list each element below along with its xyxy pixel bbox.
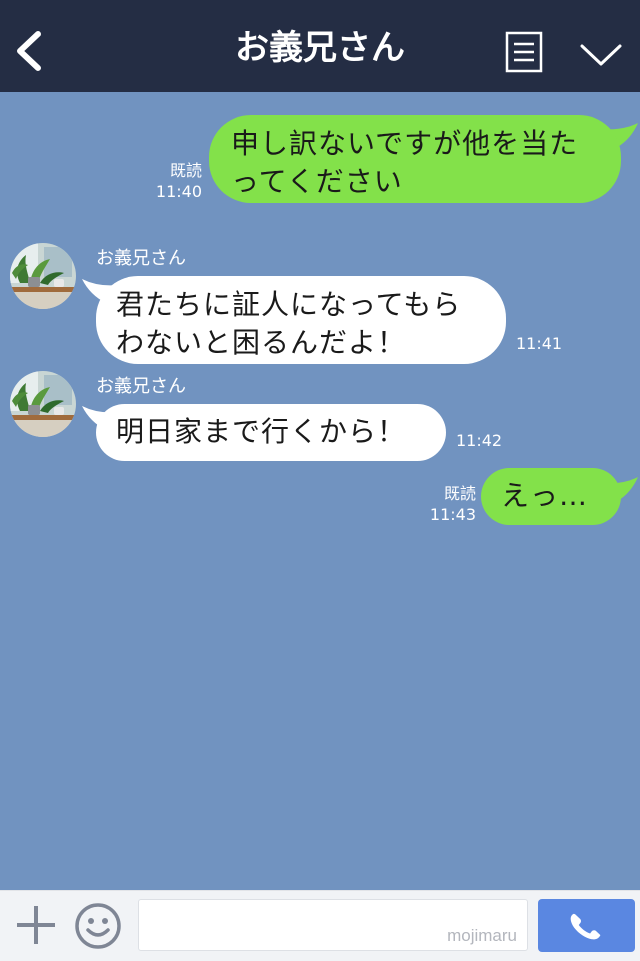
- read-receipt: 既読: [443, 484, 476, 503]
- read-receipt: 既読: [169, 161, 202, 180]
- input-bar: mojimaru: [0, 890, 640, 961]
- message-time: 11:43: [429, 505, 476, 524]
- message-meta: 既読 11:40: [140, 160, 202, 202]
- watermark: mojimaru: [447, 926, 517, 945]
- my-message-bubble[interactable]: 申し訳ないですが他を当た ってください: [209, 115, 621, 203]
- add-button[interactable]: [14, 903, 58, 947]
- their-message-bubble[interactable]: 明日家まで行くから！: [96, 404, 446, 461]
- message-time: 11:40: [155, 182, 202, 201]
- avatar[interactable]: [10, 243, 76, 309]
- collapse-button[interactable]: [578, 38, 624, 70]
- chevron-down-icon: [580, 44, 622, 66]
- smiley-icon: [75, 903, 121, 949]
- plant-avatar-icon: [10, 371, 76, 437]
- sender-name: お義兄さん: [96, 248, 186, 269]
- my-message-bubble[interactable]: えっ…: [481, 468, 621, 525]
- avatar[interactable]: [10, 371, 76, 437]
- call-button[interactable]: [538, 899, 635, 952]
- message-input[interactable]: mojimaru: [138, 899, 528, 951]
- chat-title: お義兄さん: [235, 28, 405, 68]
- chat-area[interactable]: 申し訳ないですが他を当た ってください 既読 11:40 お義兄さん 君たちに証…: [0, 92, 640, 890]
- message-meta: 既読 11:43: [410, 483, 476, 525]
- sender-name: お義兄さん: [96, 376, 186, 397]
- message-time: 11:41: [516, 334, 563, 353]
- their-message-bubble[interactable]: 君たちに証人になってもら わないと困るんだよ！: [96, 276, 506, 364]
- phone-icon: [570, 913, 601, 940]
- plant-avatar-icon: [10, 243, 76, 309]
- menu-button[interactable]: [505, 31, 543, 73]
- message-time: 11:42: [456, 431, 503, 450]
- menu-icon: [505, 31, 543, 73]
- emoji-button[interactable]: [74, 902, 122, 950]
- plus-icon: [17, 906, 55, 944]
- chat-header: お義兄さん: [0, 0, 640, 92]
